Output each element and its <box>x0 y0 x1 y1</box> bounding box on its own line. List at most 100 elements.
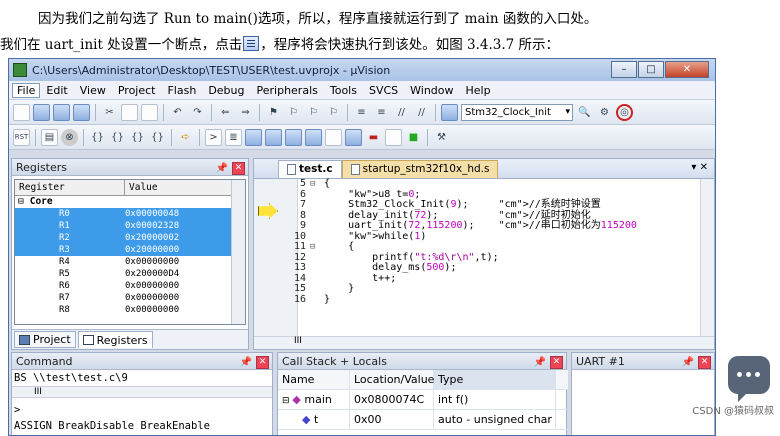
run-to-cursor-line-icon[interactable]: {} <box>149 129 166 146</box>
serial-window-icon[interactable] <box>345 128 362 146</box>
close-button[interactable]: ✕ <box>665 61 709 78</box>
clear-bookmarks-icon[interactable]: ⚐ <box>325 104 342 121</box>
menu-tools[interactable]: Tools <box>324 84 363 97</box>
close-panel-icon[interactable]: ✕ <box>550 356 563 369</box>
register-row[interactable]: R5 0x200000D4 <box>15 268 245 280</box>
pin-icon[interactable]: 📌 <box>216 160 228 177</box>
analysis-window-icon[interactable]: ▬ <box>365 129 382 146</box>
maximize-button[interactable]: □ <box>638 61 664 78</box>
tab-test-c[interactable]: test.c <box>278 160 342 178</box>
code-lines[interactable]: 5 ⊟{6 "kw">u8 t=0; 7 Stm32_Clock_Init(9); … <box>254 178 710 306</box>
uncomment-icon[interactable]: // <box>413 104 430 121</box>
reset-icon[interactable]: RST <box>13 128 30 146</box>
command-prompt[interactable]: > <box>12 402 272 418</box>
registers-scrollbar[interactable] <box>231 180 245 324</box>
close-panel-icon[interactable]: ✕ <box>698 356 711 369</box>
open-file-icon[interactable] <box>33 103 50 121</box>
system-viewer-icon[interactable]: ■ <box>405 129 422 146</box>
pin-icon[interactable]: 📌 <box>534 354 546 371</box>
menu-peripherals[interactable]: Peripherals <box>251 84 324 97</box>
table-row[interactable]: ⊟ ◆ main 0x0800074C int f() <box>278 390 568 410</box>
step-out-icon[interactable]: {} <box>129 129 146 146</box>
nav-forward-icon[interactable]: ⇒ <box>237 104 254 121</box>
symbols-window-icon[interactable] <box>245 128 262 146</box>
menu-flash[interactable]: Flash <box>161 84 202 97</box>
tab-startup-file[interactable]: startup_stm32f10x_hd.s <box>341 160 499 178</box>
disassembly-window-icon[interactable]: ≣ <box>225 128 242 146</box>
menu-file[interactable]: File <box>12 82 41 98</box>
table-row[interactable]: ◆ t 0x00 auto - unsigned char <box>278 410 568 430</box>
toolbox-icon[interactable]: ⚒ <box>433 129 450 146</box>
nav-back-icon[interactable]: ⇐ <box>217 104 234 121</box>
code-line[interactable]: 10 "kw">while(1) <box>254 231 710 243</box>
register-row[interactable]: R8 0x00000000 <box>15 304 245 316</box>
command-input[interactable]: ASSIGN BreakDisable BreakEnable <box>12 418 272 434</box>
save-icon[interactable] <box>53 103 70 121</box>
find-combo[interactable]: Stm32_Clock_Init <box>461 103 573 121</box>
save-all-icon[interactable] <box>73 103 90 121</box>
menu-debug[interactable]: Debug <box>202 84 250 97</box>
find-icon[interactable]: 🔍 <box>576 104 593 121</box>
incremental-find-icon[interactable]: ⚙ <box>596 104 613 121</box>
unindent-icon[interactable]: ≡ <box>373 104 390 121</box>
code-line[interactable]: 11 ⊟ { <box>254 241 710 253</box>
close-panel-icon[interactable]: ✕ <box>232 162 245 175</box>
indent-icon[interactable]: ≡ <box>353 104 370 121</box>
menu-view[interactable]: View <box>74 84 112 97</box>
registers-window-icon[interactable] <box>265 128 282 146</box>
bookmark-icon[interactable]: ⚑ <box>265 104 282 121</box>
undo-icon[interactable]: ↶ <box>169 104 186 121</box>
paste-icon[interactable] <box>141 103 158 121</box>
register-row[interactable]: R0 0x00000048 <box>15 208 245 220</box>
trace-window-icon[interactable] <box>385 128 402 146</box>
menu-svcs[interactable]: SVCS <box>363 84 404 97</box>
new-file-icon[interactable] <box>13 103 30 121</box>
debug-session-icon[interactable]: ◎ <box>616 103 633 121</box>
col-register[interactable]: Register <box>15 180 125 195</box>
menu-edit[interactable]: Edit <box>40 84 73 97</box>
memory-window-icon[interactable] <box>325 128 342 146</box>
cut-icon[interactable]: ✂ <box>101 104 118 121</box>
code-line[interactable]: 14 t++; <box>254 273 710 285</box>
call-stack-window-icon[interactable] <box>285 128 302 146</box>
col-value[interactable]: Value <box>125 180 233 195</box>
redo-icon[interactable]: ↷ <box>189 104 206 121</box>
comment-icon[interactable]: // <box>393 104 410 121</box>
code-line[interactable]: 15 } <box>254 283 710 295</box>
code-line[interactable]: 9 uart_init(72,115200); "cm">//串口初始化为115… <box>254 220 710 232</box>
register-row[interactable]: R1 0x00002328 <box>15 220 245 232</box>
editor-vscroll[interactable] <box>700 179 714 349</box>
register-row[interactable]: R2 0x20000002 <box>15 232 245 244</box>
tab-project[interactable]: Project <box>14 331 76 348</box>
col-type[interactable]: Type <box>434 370 556 389</box>
menu-window[interactable]: Window <box>404 84 459 97</box>
register-row[interactable]: R4 0x00000000 <box>15 256 245 268</box>
find-in-files-icon[interactable] <box>441 103 458 121</box>
col-location[interactable]: Location/Value <box>350 370 434 389</box>
show-next-statement-icon[interactable]: ➪ <box>177 129 194 146</box>
col-name[interactable]: Name <box>278 370 350 389</box>
menu-project[interactable]: Project <box>112 84 162 97</box>
code-line[interactable]: 13 delay_ms(500); <box>254 262 710 274</box>
register-group-core[interactable]: ⊟ Core <box>15 196 245 208</box>
step-icon[interactable]: {} <box>89 129 106 146</box>
editor-tab-menu-icon[interactable]: ▾ ✕ <box>691 162 708 173</box>
editor-hscroll[interactable]: III <box>254 336 714 349</box>
command-hscroll[interactable]: III <box>12 386 272 398</box>
minimize-button[interactable]: – <box>611 61 637 78</box>
copy-icon[interactable] <box>121 103 138 121</box>
run-icon[interactable]: ▤ <box>41 128 58 146</box>
register-row[interactable]: R6 0x00000000 <box>15 280 245 292</box>
menu-help[interactable]: Help <box>460 84 497 97</box>
code-line[interactable]: 16} <box>254 294 710 306</box>
tab-registers[interactable]: Registers <box>77 331 153 348</box>
code-line[interactable]: 7 Stm32_Clock_Init(9); "cm">//系统时钟设置 <box>254 199 710 211</box>
register-row[interactable]: R7 0x00000000 <box>15 292 245 304</box>
watch-window-icon[interactable] <box>305 128 322 146</box>
next-bookmark-icon[interactable]: ⚐ <box>305 104 322 121</box>
close-panel-icon[interactable]: ✕ <box>256 356 269 369</box>
pin-icon[interactable]: 📌 <box>682 354 694 371</box>
stop-icon[interactable]: ⊗ <box>61 128 78 146</box>
step-over-icon[interactable]: {} <box>109 129 126 146</box>
pin-icon[interactable]: 📌 <box>240 354 252 371</box>
